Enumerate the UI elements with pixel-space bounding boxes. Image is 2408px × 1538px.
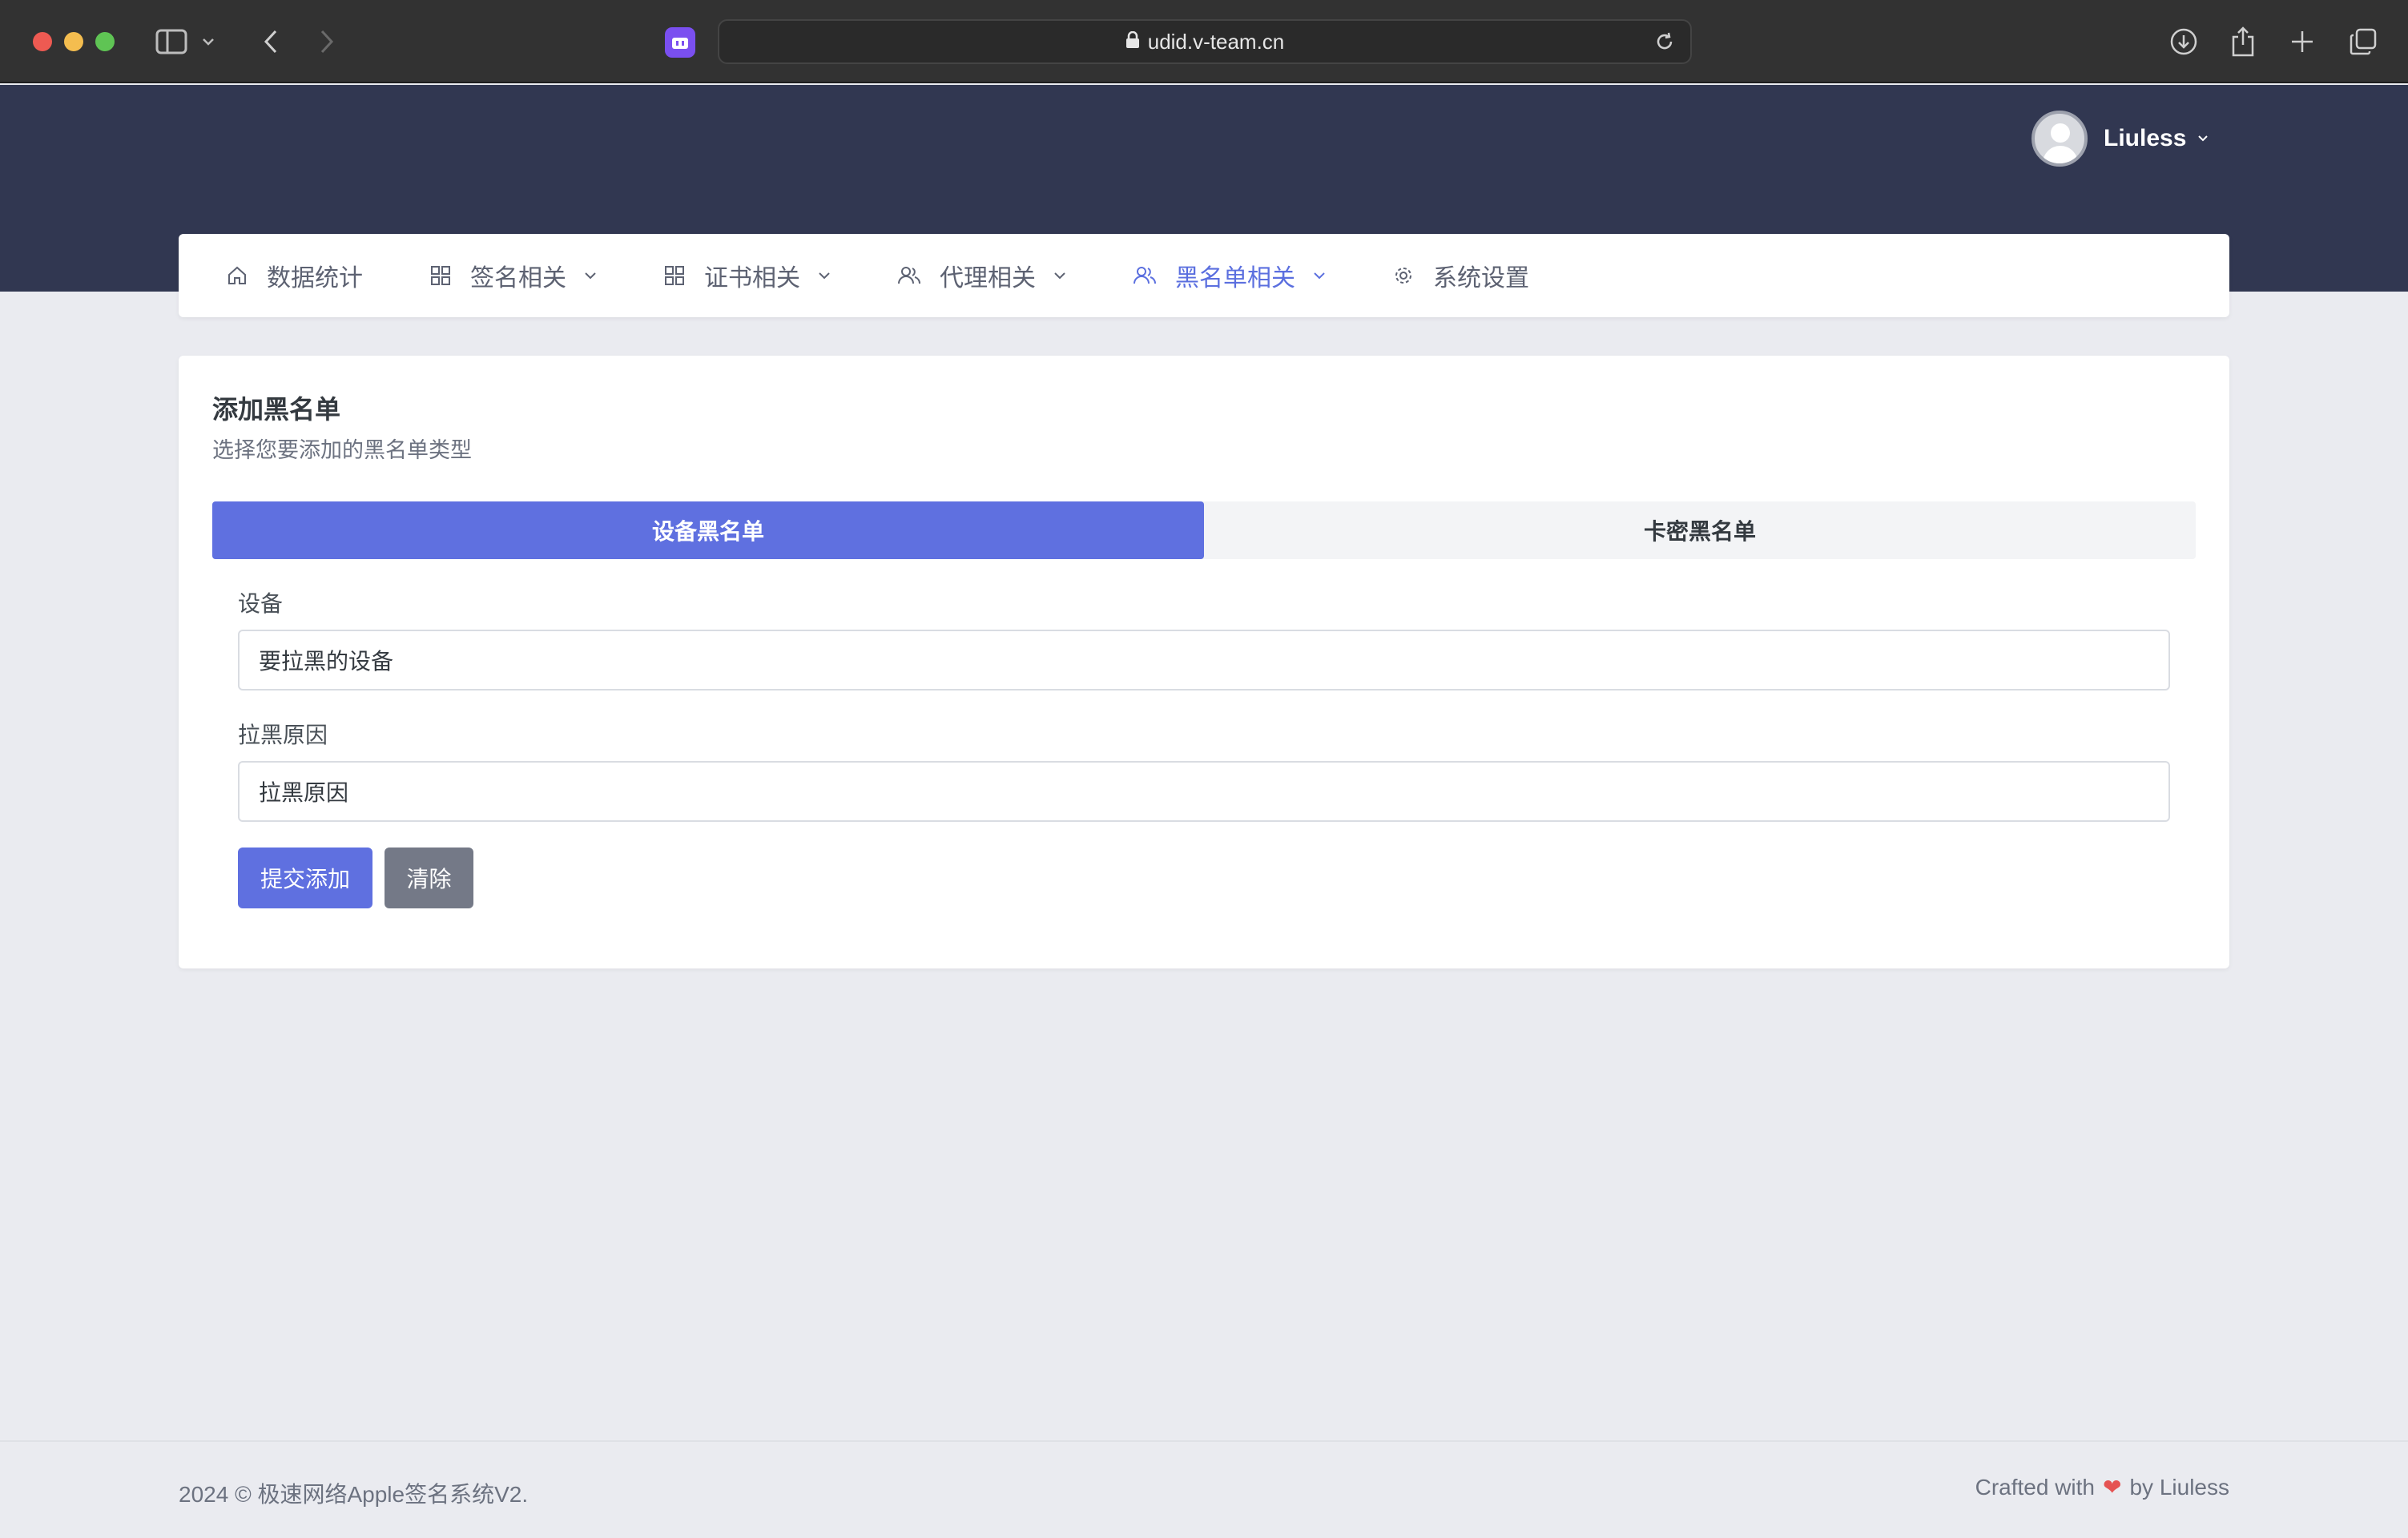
url-text: udid.v-team.cn xyxy=(1147,29,1285,54)
back-icon[interactable] xyxy=(253,24,288,59)
sidebar-toggle-icon[interactable] xyxy=(154,24,189,59)
lock-icon xyxy=(1125,30,1140,54)
footer-crafted-suffix: by Liuless xyxy=(2129,1474,2229,1500)
blacklist-type-tabs: 设备黑名单 卡密黑名单 xyxy=(212,501,2196,559)
downloads-icon[interactable] xyxy=(2166,24,2201,59)
device-input[interactable]: 要拉黑的设备 xyxy=(238,630,2170,690)
new-tab-icon[interactable] xyxy=(2285,24,2320,59)
card-subtitle: 选择您要添加的黑名单类型 xyxy=(212,438,472,462)
site-favicon-icon xyxy=(665,27,695,58)
submit-button[interactable]: 提交添加 xyxy=(238,848,372,908)
nav-item-agents[interactable]: 代理相关 xyxy=(898,258,1066,293)
nav-item-label: 数据统计 xyxy=(267,265,363,292)
nav-item-label: 签名相关 xyxy=(470,265,566,292)
nav-item-label: 黑名单相关 xyxy=(1175,265,1295,292)
reload-icon[interactable] xyxy=(1653,30,1676,58)
share-icon[interactable] xyxy=(2225,24,2261,59)
users-icon xyxy=(1134,265,1156,286)
device-input-placeholder: 要拉黑的设备 xyxy=(259,649,394,674)
footer-copyright: 2024 © 极速网络Apple签名系统V2. xyxy=(179,1482,529,1507)
tab-card-key-blacklist[interactable]: 卡密黑名单 xyxy=(1204,501,2196,559)
chevron-down-icon xyxy=(1313,272,1326,280)
username-label[interactable]: Liuless xyxy=(2104,125,2186,152)
main-nav: 数据统计 签名相关 证书相关 代理相关 黑名单相关 系统设置 xyxy=(179,234,2229,317)
home-icon xyxy=(227,265,248,286)
reason-input-placeholder: 拉黑原因 xyxy=(259,780,349,805)
chevron-down-icon xyxy=(818,272,831,280)
card-title: 添加黑名单 xyxy=(212,395,341,424)
device-label: 设备 xyxy=(238,591,284,616)
reason-input[interactable]: 拉黑原因 xyxy=(238,761,2170,822)
close-window-button[interactable] xyxy=(33,32,52,51)
tab-device-blacklist[interactable]: 设备黑名单 xyxy=(212,501,1204,559)
nav-item-label: 证书相关 xyxy=(704,265,800,292)
grid-icon xyxy=(430,265,451,286)
footer-divider xyxy=(0,1440,2408,1442)
nav-item-label: 代理相关 xyxy=(940,265,1036,292)
tab-overview-icon[interactable] xyxy=(2346,24,2381,59)
reason-label: 拉黑原因 xyxy=(238,723,328,747)
nav-item-stats[interactable]: 数据统计 xyxy=(227,258,363,293)
browser-toolbar: udid.v-team.cn xyxy=(0,0,2408,83)
footer-credit: Crafted with ❤ by Liuless xyxy=(1975,1474,2229,1500)
avatar[interactable] xyxy=(2031,111,2088,167)
forward-icon[interactable] xyxy=(309,24,344,59)
nav-item-certificates[interactable]: 证书相关 xyxy=(664,258,831,293)
nav-item-settings[interactable]: 系统设置 xyxy=(1393,258,1529,293)
chevron-down-icon[interactable] xyxy=(199,24,218,59)
nav-item-blacklist[interactable]: 黑名单相关 xyxy=(1134,258,1326,293)
minimize-window-button[interactable] xyxy=(64,32,83,51)
zoom-window-button[interactable] xyxy=(95,32,115,51)
heart-icon: ❤ xyxy=(2103,1475,2122,1500)
footer-crafted-prefix: Crafted with xyxy=(1975,1474,2096,1500)
nav-item-signing[interactable]: 签名相关 xyxy=(430,258,597,293)
grid-icon xyxy=(664,265,685,286)
users-icon xyxy=(898,265,920,286)
clear-button[interactable]: 清除 xyxy=(385,848,473,908)
address-bar[interactable]: udid.v-team.cn xyxy=(718,19,1692,64)
chevron-down-icon[interactable] xyxy=(2197,131,2209,146)
add-blacklist-card: 添加黑名单 选择您要添加的黑名单类型 设备黑名单 卡密黑名单 设备 要拉黑的设备… xyxy=(179,356,2229,968)
nav-item-label: 系统设置 xyxy=(1433,265,1529,292)
user-menu[interactable]: Liuless xyxy=(2031,111,2209,167)
chevron-down-icon xyxy=(1053,272,1066,280)
gear-icon xyxy=(1393,265,1414,286)
chevron-down-icon xyxy=(584,272,597,280)
